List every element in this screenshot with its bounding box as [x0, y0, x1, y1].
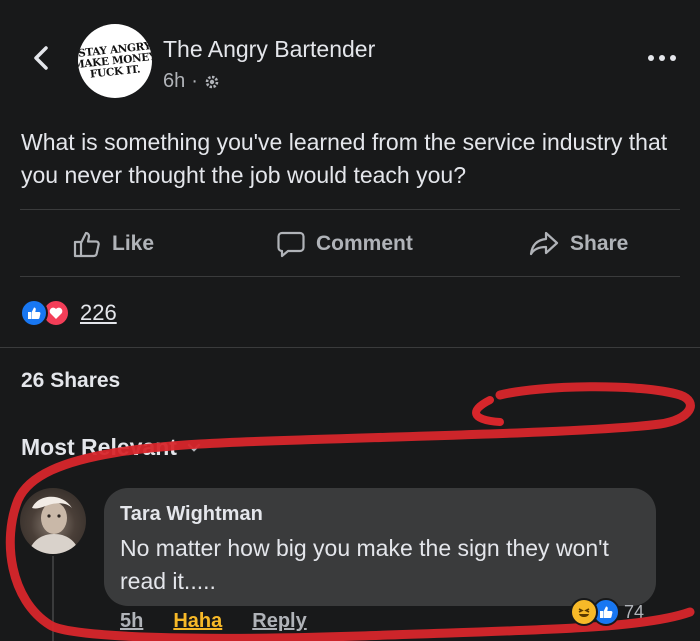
like-thumb-icon — [73, 231, 100, 258]
post-text: What is something you've learned from th… — [21, 129, 668, 188]
comment-haha-button[interactable]: Haha — [173, 610, 222, 633]
divider — [20, 209, 680, 210]
page-avatar[interactable]: STAY ANGRY MAKE MONEY FUCK IT. — [78, 24, 152, 98]
comment-text: No matter how big you make the sign they… — [120, 535, 609, 594]
like-label: Like — [112, 232, 155, 255]
reaction-count[interactable]: 226 — [80, 300, 117, 326]
meta-separator: · — [191, 70, 198, 92]
post-header: STAY ANGRY MAKE MONEY FUCK IT. The Angry… — [0, 0, 700, 110]
back-button[interactable] — [26, 40, 56, 76]
comment-thread-line — [52, 556, 54, 641]
post-time[interactable]: 6h — [163, 70, 185, 93]
comment-sort-dropdown[interactable]: Most Relevant — [21, 434, 201, 461]
like-reaction-icon — [20, 299, 48, 327]
comment-reaction-count: 74 — [624, 601, 645, 622]
shares-count[interactable]: 26 Shares — [21, 369, 120, 393]
post-meta: 6h · — [163, 70, 220, 93]
comment-bubble-icon — [277, 231, 305, 258]
comment-actions: 5h Haha Reply — [120, 610, 307, 633]
comment-reactions[interactable]: 74 — [570, 598, 644, 626]
page-name[interactable]: The Angry Bartender — [163, 36, 375, 63]
reactions-summary[interactable]: 226 — [20, 298, 117, 328]
share-button[interactable]: Share — [528, 226, 628, 262]
like-button[interactable]: Like — [72, 226, 154, 262]
comment-time[interactable]: 5h — [120, 610, 143, 633]
comment-reply-button[interactable]: Reply — [252, 610, 306, 633]
divider — [20, 276, 680, 277]
comment-label: Comment — [316, 232, 413, 255]
chevron-down-icon — [187, 443, 201, 452]
commenter-avatar[interactable] — [20, 488, 86, 554]
divider — [0, 347, 700, 348]
back-arrow-icon — [34, 46, 48, 70]
sort-label: Most Relevant — [21, 434, 177, 460]
comment-button[interactable]: Comment — [276, 226, 413, 262]
more-dots-icon — [648, 55, 676, 61]
public-gear-icon — [205, 75, 219, 88]
post-action-bar: Like Comment Share — [0, 212, 700, 276]
comment-author[interactable]: Tara Wightman — [120, 503, 263, 526]
share-label: Share — [570, 232, 629, 255]
haha-reaction-icon — [570, 598, 598, 626]
more-options-button[interactable] — [640, 46, 684, 70]
share-arrow-icon — [529, 231, 559, 256]
